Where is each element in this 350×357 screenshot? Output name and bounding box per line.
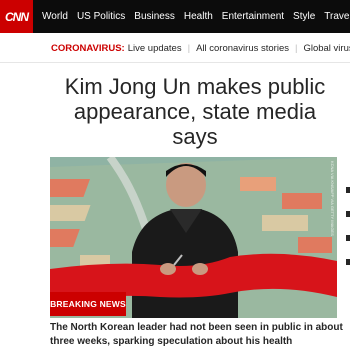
breaking-news-badge: BREAKING NEWS — [50, 292, 126, 316]
logo-text: CNN — [5, 9, 29, 24]
nav-item-business[interactable]: Business — [134, 11, 175, 22]
nav-item-travel[interactable]: Travel — [324, 11, 350, 22]
column-fragment — [346, 235, 350, 241]
ticker-divider — [0, 62, 350, 63]
top-navigation-bar: CNN World US Politics Business Health En… — [0, 0, 350, 33]
column-fragment — [346, 259, 350, 265]
column-fragment — [346, 211, 350, 217]
nav-item-entertainment[interactable]: Entertainment — [222, 11, 284, 22]
nav-item-style[interactable]: Style — [293, 11, 315, 22]
adjacent-column-edge — [346, 157, 350, 347]
nav-item-world[interactable]: World — [42, 11, 68, 22]
ticker-link-all-stories[interactable]: All coronavirus stories — [196, 43, 289, 54]
image-credit: KCNA VIA KNS/AFP VIA GETTY IMAGES — [330, 161, 335, 236]
nav-links: World US Politics Business Health Entert… — [42, 11, 350, 22]
column-fragment — [346, 187, 350, 193]
nav-item-health[interactable]: Health — [184, 11, 213, 22]
nav-item-us-politics[interactable]: US Politics — [77, 11, 125, 22]
story-headline[interactable]: Kim Jong Un makes public appearance, sta… — [50, 74, 340, 149]
breaking-ticker: CORONAVIRUS: Live updates | All coronavi… — [0, 38, 350, 58]
ticker-link-global-virus[interactable]: Global virus m — [303, 43, 350, 54]
ticker-separator: | — [187, 42, 191, 54]
ticker-label: CORONAVIRUS: — [51, 42, 125, 54]
ticker-link-live-updates[interactable]: Live updates — [128, 43, 182, 54]
story-summary[interactable]: The North Korean leader had not been see… — [50, 321, 346, 349]
ticker-separator: | — [294, 42, 298, 54]
cnn-logo[interactable]: CNN — [0, 0, 33, 33]
